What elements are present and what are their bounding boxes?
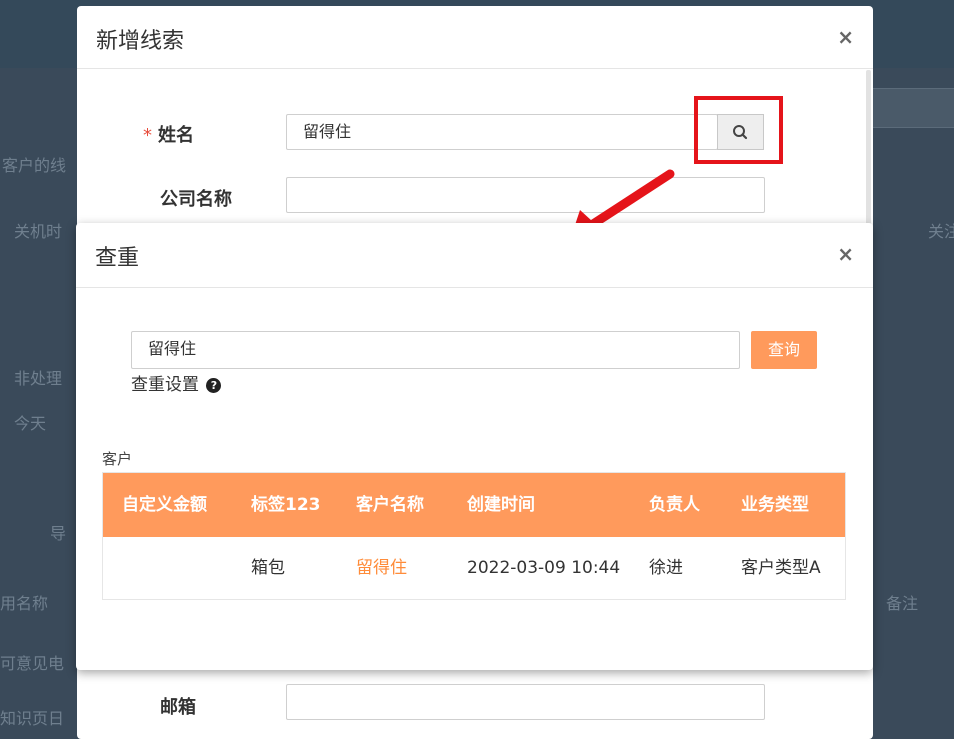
column-header: 业务类型	[741, 495, 809, 515]
background-text: 客户的线	[2, 156, 67, 175]
dedupe-query-input[interactable]: 留得住	[131, 331, 740, 369]
name-field[interactable]: 留得住	[286, 114, 718, 150]
email-label: 邮箱	[160, 697, 196, 718]
background-text: 备注	[886, 594, 919, 613]
results-table: 自定义金额 标签123 客户名称 创建时间 负责人 业务类型 箱包 留得住 20…	[102, 472, 846, 600]
name-label-text: 姓名	[158, 125, 194, 146]
table-cell: 2022-03-09 10:44	[467, 558, 621, 578]
column-header: 自定义金额	[122, 495, 207, 515]
company-label: 公司名称	[160, 189, 232, 210]
background-text: 关注	[928, 222, 954, 241]
dedupe-dialog-title: 查重	[95, 246, 140, 271]
highlight-box	[694, 96, 783, 164]
dedupe-settings-label: 查重设置	[131, 375, 199, 395]
table-cell: 徐进	[649, 558, 683, 578]
help-icon[interactable]: ?	[206, 378, 222, 393]
required-mark: *	[143, 125, 152, 146]
background-text: 关机时	[14, 222, 63, 241]
column-header: 负责人	[649, 495, 700, 515]
name-label: * 姓名	[143, 121, 194, 147]
column-header: 创建时间	[467, 495, 535, 515]
background-text: 非处理	[14, 369, 63, 388]
close-icon[interactable]: ×	[837, 242, 854, 266]
column-header: 标签123	[251, 495, 321, 515]
close-icon[interactable]: ×	[837, 25, 854, 49]
dedupe-dialog-header: 查重 ×	[76, 223, 873, 288]
customer-name-link[interactable]: 留得住	[356, 537, 407, 599]
table-cell: 箱包	[251, 558, 285, 578]
column-header: 客户名称	[356, 495, 424, 515]
background-text: 知识页日	[0, 709, 65, 728]
section-label-customer: 客户	[102, 450, 133, 468]
background-text: 用名称	[0, 594, 49, 613]
company-field[interactable]	[286, 177, 765, 213]
query-button[interactable]: 查询	[751, 331, 817, 369]
email-field[interactable]	[286, 684, 765, 720]
background-text: 导	[50, 524, 67, 543]
background-text: 可意见电	[0, 654, 65, 673]
background-text: 今天	[14, 414, 47, 433]
add-lead-dialog-header: 新增线索 ×	[77, 6, 873, 69]
add-lead-dialog-title: 新增线索	[96, 29, 185, 54]
scrollbar[interactable]	[866, 70, 871, 230]
table-cell: 客户类型A	[741, 558, 821, 578]
dedupe-settings-link[interactable]: 查重设置 ?	[131, 370, 222, 395]
table-header-row: 自定义金额 标签123 客户名称 创建时间 负责人 业务类型	[103, 473, 845, 537]
dedupe-dialog: 查重 × 留得住 查询 查重设置 ? 客户 自定义金额 标签123 客户名称 创…	[76, 223, 873, 670]
background-block	[872, 88, 954, 128]
